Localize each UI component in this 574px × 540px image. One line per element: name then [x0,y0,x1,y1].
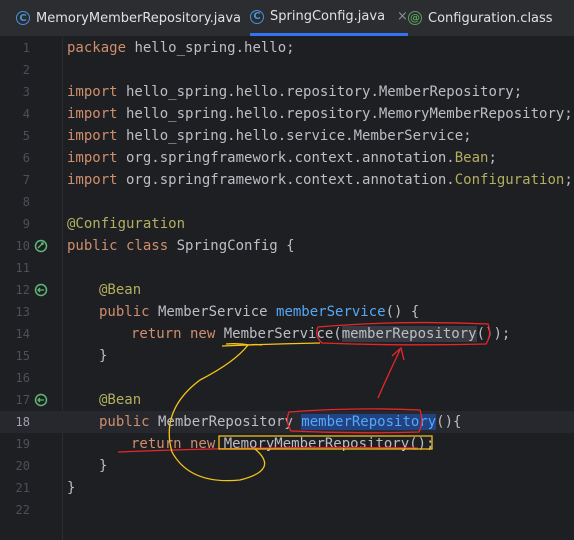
code-text: org.springframework.context.annotation. [117,150,455,166]
line-number: 11 [15,261,30,275]
spring-bean-gutter-icon[interactable] [34,239,48,253]
line-number: 7 [22,173,30,187]
code-line: 17 @Bean [0,389,574,411]
line-number: 19 [15,437,30,451]
line-number: 20 [15,459,30,473]
tab-spring-config[interactable]: C SpringConfig.java × [250,0,408,36]
code-text: MemberService( [215,326,342,342]
spring-bean-gutter-icon[interactable] [34,393,48,407]
keyword: return new [131,436,216,452]
code-text: () { [385,304,420,320]
keyword: return new [131,326,216,342]
code-line: 6 import org.springframework.context.ann… [0,147,574,169]
annotation-class-icon: @ [408,11,422,25]
method-call-highlight: memberRepository [341,326,477,342]
editor-tab-bar: C MemoryMemberRepository.java C SpringCo… [0,0,574,37]
code-line: 15 } [0,345,574,367]
line-number: 12 [15,283,30,297]
code-editor[interactable]: 1 package hello_spring.hello; 2 3 import… [0,37,574,540]
line-number: 13 [15,305,30,319]
keyword: import [67,106,118,122]
line-number: 18 [15,415,30,429]
keyword: public class [67,238,169,254]
annotation-name: Bean [454,150,489,166]
line-number: 3 [22,85,30,99]
tab-label: SpringConfig.java [270,9,386,24]
code-text: } [67,480,76,496]
code-text: org.springframework.context.annotation. [117,172,455,188]
line-number: 22 [15,503,30,517]
code-line: 14 return new MemberService(memberReposi… [0,323,574,345]
keyword: package [67,40,127,56]
code-line: 19 return new MemoryMemberRepository(); [0,433,574,455]
spring-bean-gutter-icon[interactable] [34,283,48,297]
code-line: 2 [0,59,574,81]
code-text: (){ [436,414,462,430]
annotation: @Bean [99,282,142,298]
keyword: public [99,304,150,320]
keyword: public [99,414,150,430]
code-text: hello_spring.hello.repository.MemoryMemb… [117,106,573,122]
line-number: 5 [22,129,30,143]
code-text: } [99,458,108,474]
line-number: 17 [15,393,30,407]
code-line: 5 import hello_spring.hello.service.Memb… [0,125,574,147]
code-line: 11 [0,257,574,279]
current-code-line: 18 public MemberRepository memberReposit… [0,411,574,433]
code-line: 16 [0,367,574,389]
tab-configuration-class[interactable]: @ Configuration.class [408,0,553,36]
tab-label: MemoryMemberRepository.java [36,10,241,26]
code-line: 20 } [0,455,574,477]
keyword: import [67,84,118,100]
code-line: 1 package hello_spring.hello; [0,37,574,59]
line-number: 8 [22,195,30,209]
line-number: 1 [22,41,30,55]
code-line: 4 import hello_spring.hello.repository.M… [0,103,574,125]
code-text: MemoryMemberRepository(); [215,436,435,452]
tab-memory-member-repository[interactable]: C MemoryMemberRepository.java [16,0,241,36]
code-line: 12 @Bean [0,279,574,301]
code-line: 13 public MemberService memberService() … [0,301,574,323]
code-text: SpringConfig { [168,238,295,254]
code-line: 8 [0,191,574,213]
line-number: 21 [15,481,30,495]
annotation: @Configuration [67,216,186,232]
code-line: 10 public class SpringConfig { [0,235,574,257]
keyword: import [67,128,118,144]
tab-label: Configuration.class [428,10,553,26]
code-text: hello_spring.hello; [126,40,295,56]
close-icon[interactable]: × [397,9,408,24]
annotation-name: Configuration [454,172,565,188]
code-text: ; [488,150,497,166]
code-line: 21 } [0,477,574,499]
code-text: } [99,348,108,364]
code-text: ()); [476,326,511,342]
code-text: hello_spring.hello.repository.MemberRepo… [117,84,523,100]
line-number: 15 [15,349,30,363]
line-number: 6 [22,151,30,165]
line-number: 4 [22,107,30,121]
line-number: 2 [22,63,30,77]
method-name: memberService [276,304,386,320]
code-text: MemberRepository [149,414,302,430]
code-line: 7 import org.springframework.context.ann… [0,169,574,191]
code-text: hello_spring.hello.service.MemberService… [117,128,472,144]
line-number: 14 [15,327,30,341]
code-text: ; [564,172,573,188]
annotation: @Bean [99,392,142,408]
code-line: 22 [0,499,574,521]
java-class-icon: C [250,9,264,24]
java-class-icon: C [16,11,30,25]
selected-method-name[interactable]: memberRepository [301,414,437,430]
keyword: import [67,150,118,166]
line-number: 9 [22,217,30,231]
keyword: import [67,172,118,188]
code-line: 9 @Configuration [0,213,574,235]
line-number: 10 [15,239,30,253]
line-number: 16 [15,371,30,385]
code-text: MemberService [149,304,277,320]
code-line: 3 import hello_spring.hello.repository.M… [0,81,574,103]
